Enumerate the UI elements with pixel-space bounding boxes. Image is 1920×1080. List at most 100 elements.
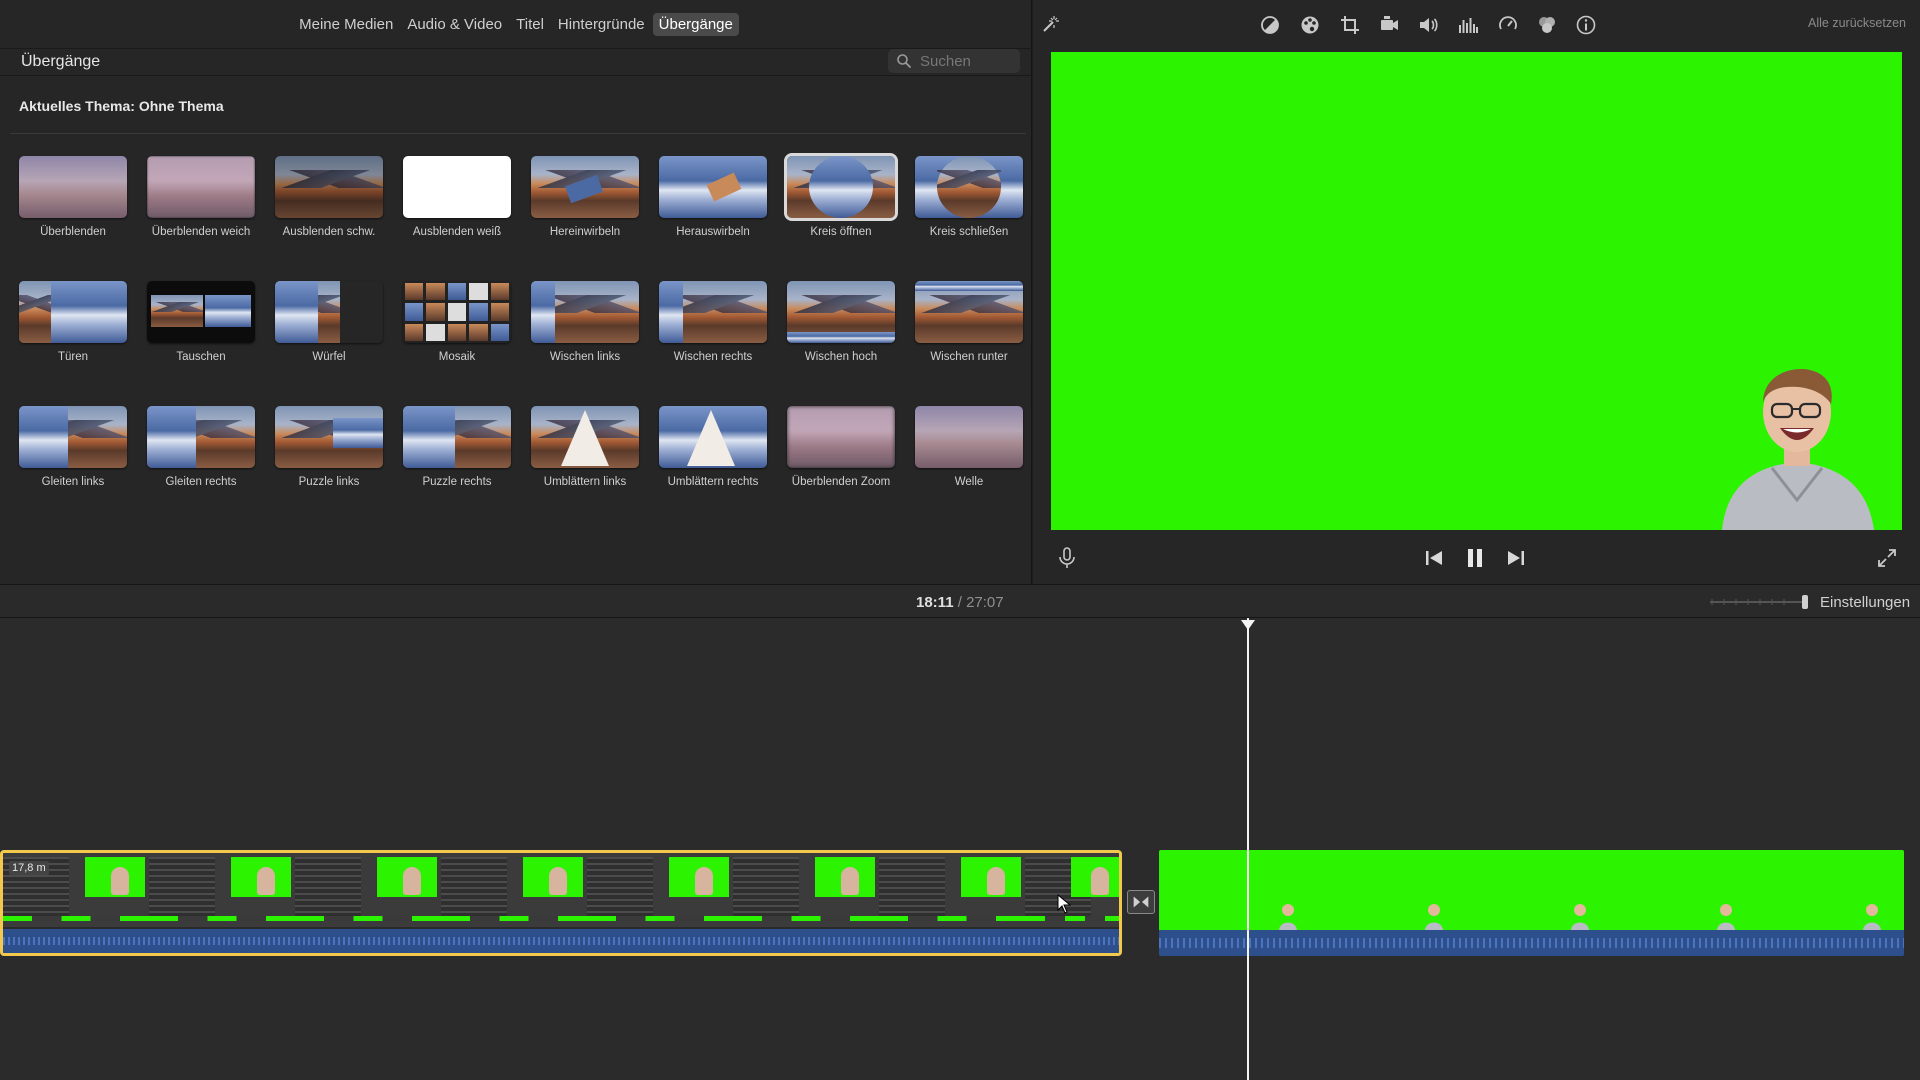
media-tabs: Meine Medien Audio & Video Titel Hinterg…: [0, 0, 1032, 48]
playhead[interactable]: [1247, 618, 1249, 1080]
green-screen-clip[interactable]: [1159, 850, 1904, 956]
transition-wipe-right[interactable]: Wischen rechts: [659, 281, 767, 363]
transition-cube[interactable]: Würfel: [275, 281, 383, 363]
transition-ripple[interactable]: Welle: [915, 406, 1023, 488]
tab-backgrounds[interactable]: Hintergründe: [552, 13, 651, 36]
transition-thumbnail: [275, 156, 383, 218]
transition-thumbnail: [19, 156, 127, 218]
transition-spin-out[interactable]: Herauswirbeln: [659, 156, 767, 238]
skip-back-icon[interactable]: [1422, 546, 1446, 570]
filter-icon[interactable]: [1536, 14, 1558, 36]
info-icon[interactable]: [1575, 14, 1597, 36]
transition-swap[interactable]: Tauschen: [147, 281, 255, 363]
presenter-thumbnail: [1863, 904, 1881, 930]
fullscreen-icon[interactable]: [1875, 546, 1899, 570]
transition-label: Ausblenden weiß: [412, 226, 502, 238]
transition-thumbnail: [275, 281, 383, 343]
magic-wand-icon[interactable]: [1039, 14, 1061, 36]
transition-thumbnail: [915, 281, 1023, 343]
current-theme-label: Aktuelles Thema: Ohne Thema: [19, 98, 224, 114]
microphone-icon[interactable]: [1055, 546, 1079, 570]
transition-page-curl-right[interactable]: Umblättern rechts: [659, 406, 767, 488]
transition-label: Welle: [954, 476, 984, 488]
viewer: Alle zurücksetzen: [1033, 0, 1920, 584]
transition-thumbnail: [531, 156, 639, 218]
clip-duration-badge: 17,8 m: [9, 861, 49, 875]
transition-page-curl-left[interactable]: Umblättern links: [531, 406, 639, 488]
transition-label: Gleiten links: [41, 476, 105, 488]
transition-cross-zoom[interactable]: Überblenden Zoom: [787, 406, 895, 488]
viewer-toolbar: Alle zurücksetzen: [1033, 0, 1920, 50]
timeline-zoom-slider[interactable]: [1710, 594, 1810, 610]
clip-frame: [587, 853, 733, 927]
tab-audio-video[interactable]: Audio & Video: [401, 13, 508, 36]
transition-slide-right[interactable]: Gleiten rechts: [147, 406, 255, 488]
transition-label: Umblättern rechts: [667, 476, 759, 488]
browser-title: Übergänge: [21, 53, 101, 70]
total-time: 27:07: [966, 594, 1004, 611]
tab-my-media[interactable]: Meine Medien: [293, 13, 399, 36]
transition-puzzle-right[interactable]: Puzzle rechts: [403, 406, 511, 488]
transition-wipe-up[interactable]: Wischen hoch: [787, 281, 895, 363]
presenter-thumbnail: [1717, 904, 1735, 930]
transition-label: Kreis schließen: [929, 226, 1009, 238]
transition-label: Würfel: [312, 351, 346, 363]
transition-cross-dissolve[interactable]: Überblenden: [19, 156, 127, 238]
transition-thumbnail: [531, 406, 639, 468]
transition-circle-open[interactable]: Kreis öffnen: [784, 153, 898, 238]
speed-icon[interactable]: [1497, 14, 1519, 36]
playhead-handle[interactable]: [1241, 620, 1255, 630]
transition-thumbnail: [784, 153, 898, 221]
transition-thumbnail: [403, 156, 511, 218]
tab-titles[interactable]: Titel: [510, 13, 550, 36]
transition-label: Umblättern links: [543, 476, 627, 488]
transition-fade-black[interactable]: Ausblenden schw.: [275, 156, 383, 238]
transition-thumbnail: [915, 156, 1023, 218]
time-separator: /: [957, 594, 962, 611]
equalizer-icon[interactable]: [1457, 14, 1479, 36]
transition-label: Hereinwirbeln: [549, 226, 621, 238]
transition-wipe-left[interactable]: Wischen links: [531, 281, 639, 363]
reset-all-button[interactable]: Alle zurücksetzen: [1808, 16, 1906, 30]
transition-circle-close[interactable]: Kreis schließen: [915, 156, 1023, 238]
transition-soft-dissolve[interactable]: Überblenden weich: [147, 156, 255, 238]
timeline-settings-button[interactable]: Einstellungen: [1820, 594, 1910, 611]
color-balance-icon[interactable]: [1259, 14, 1281, 36]
video-clip-selected[interactable]: 17,8 m: [0, 850, 1122, 956]
skip-forward-icon[interactable]: [1504, 546, 1528, 570]
transition-doors[interactable]: Türen: [19, 281, 127, 363]
stabilization-camera-icon[interactable]: [1378, 14, 1400, 36]
search-input[interactable]: [920, 52, 1020, 70]
search-box[interactable]: [888, 49, 1020, 73]
presenter-thumbnail: [1279, 904, 1297, 930]
clip-frame: [441, 853, 587, 927]
presenter-thumbnail: [1571, 904, 1589, 930]
transition-label: Herauswirbeln: [676, 226, 750, 238]
transition-label: Wischen hoch: [804, 351, 878, 363]
transition-label: Mosaik: [438, 351, 476, 363]
transition-label: Puzzle links: [298, 476, 360, 488]
transition-slide-left[interactable]: Gleiten links: [19, 406, 127, 488]
volume-icon[interactable]: [1417, 14, 1439, 36]
transition-label: Wischen links: [549, 351, 621, 363]
tab-transitions[interactable]: Übergänge: [652, 12, 739, 36]
transition-label: Kreis öffnen: [810, 226, 872, 238]
transition-label: Türen: [57, 351, 89, 363]
transition-thumbnail: [19, 281, 127, 343]
transition-spin-in[interactable]: Hereinwirbeln: [531, 156, 639, 238]
pause-icon[interactable]: [1463, 546, 1487, 570]
transition-thumbnail: [787, 406, 895, 468]
transition-label: Überblenden Zoom: [791, 476, 891, 488]
transition-fade-white[interactable]: Ausblenden weiß: [403, 156, 511, 238]
transition-mosaic[interactable]: Mosaik: [403, 281, 511, 363]
transition-thumbnail: [147, 281, 255, 343]
crop-icon[interactable]: [1339, 14, 1361, 36]
clip-frame: [149, 853, 295, 927]
clip-audio-waveform: [1159, 930, 1904, 956]
transition-wipe-down[interactable]: Wischen runter: [915, 281, 1023, 363]
transition-marker-icon[interactable]: [1127, 890, 1155, 914]
transition-thumbnail: [659, 406, 767, 468]
color-palette-icon[interactable]: [1299, 14, 1321, 36]
media-browser: Meine Medien Audio & Video Titel Hinterg…: [0, 0, 1032, 584]
transition-puzzle-left[interactable]: Puzzle links: [275, 406, 383, 488]
